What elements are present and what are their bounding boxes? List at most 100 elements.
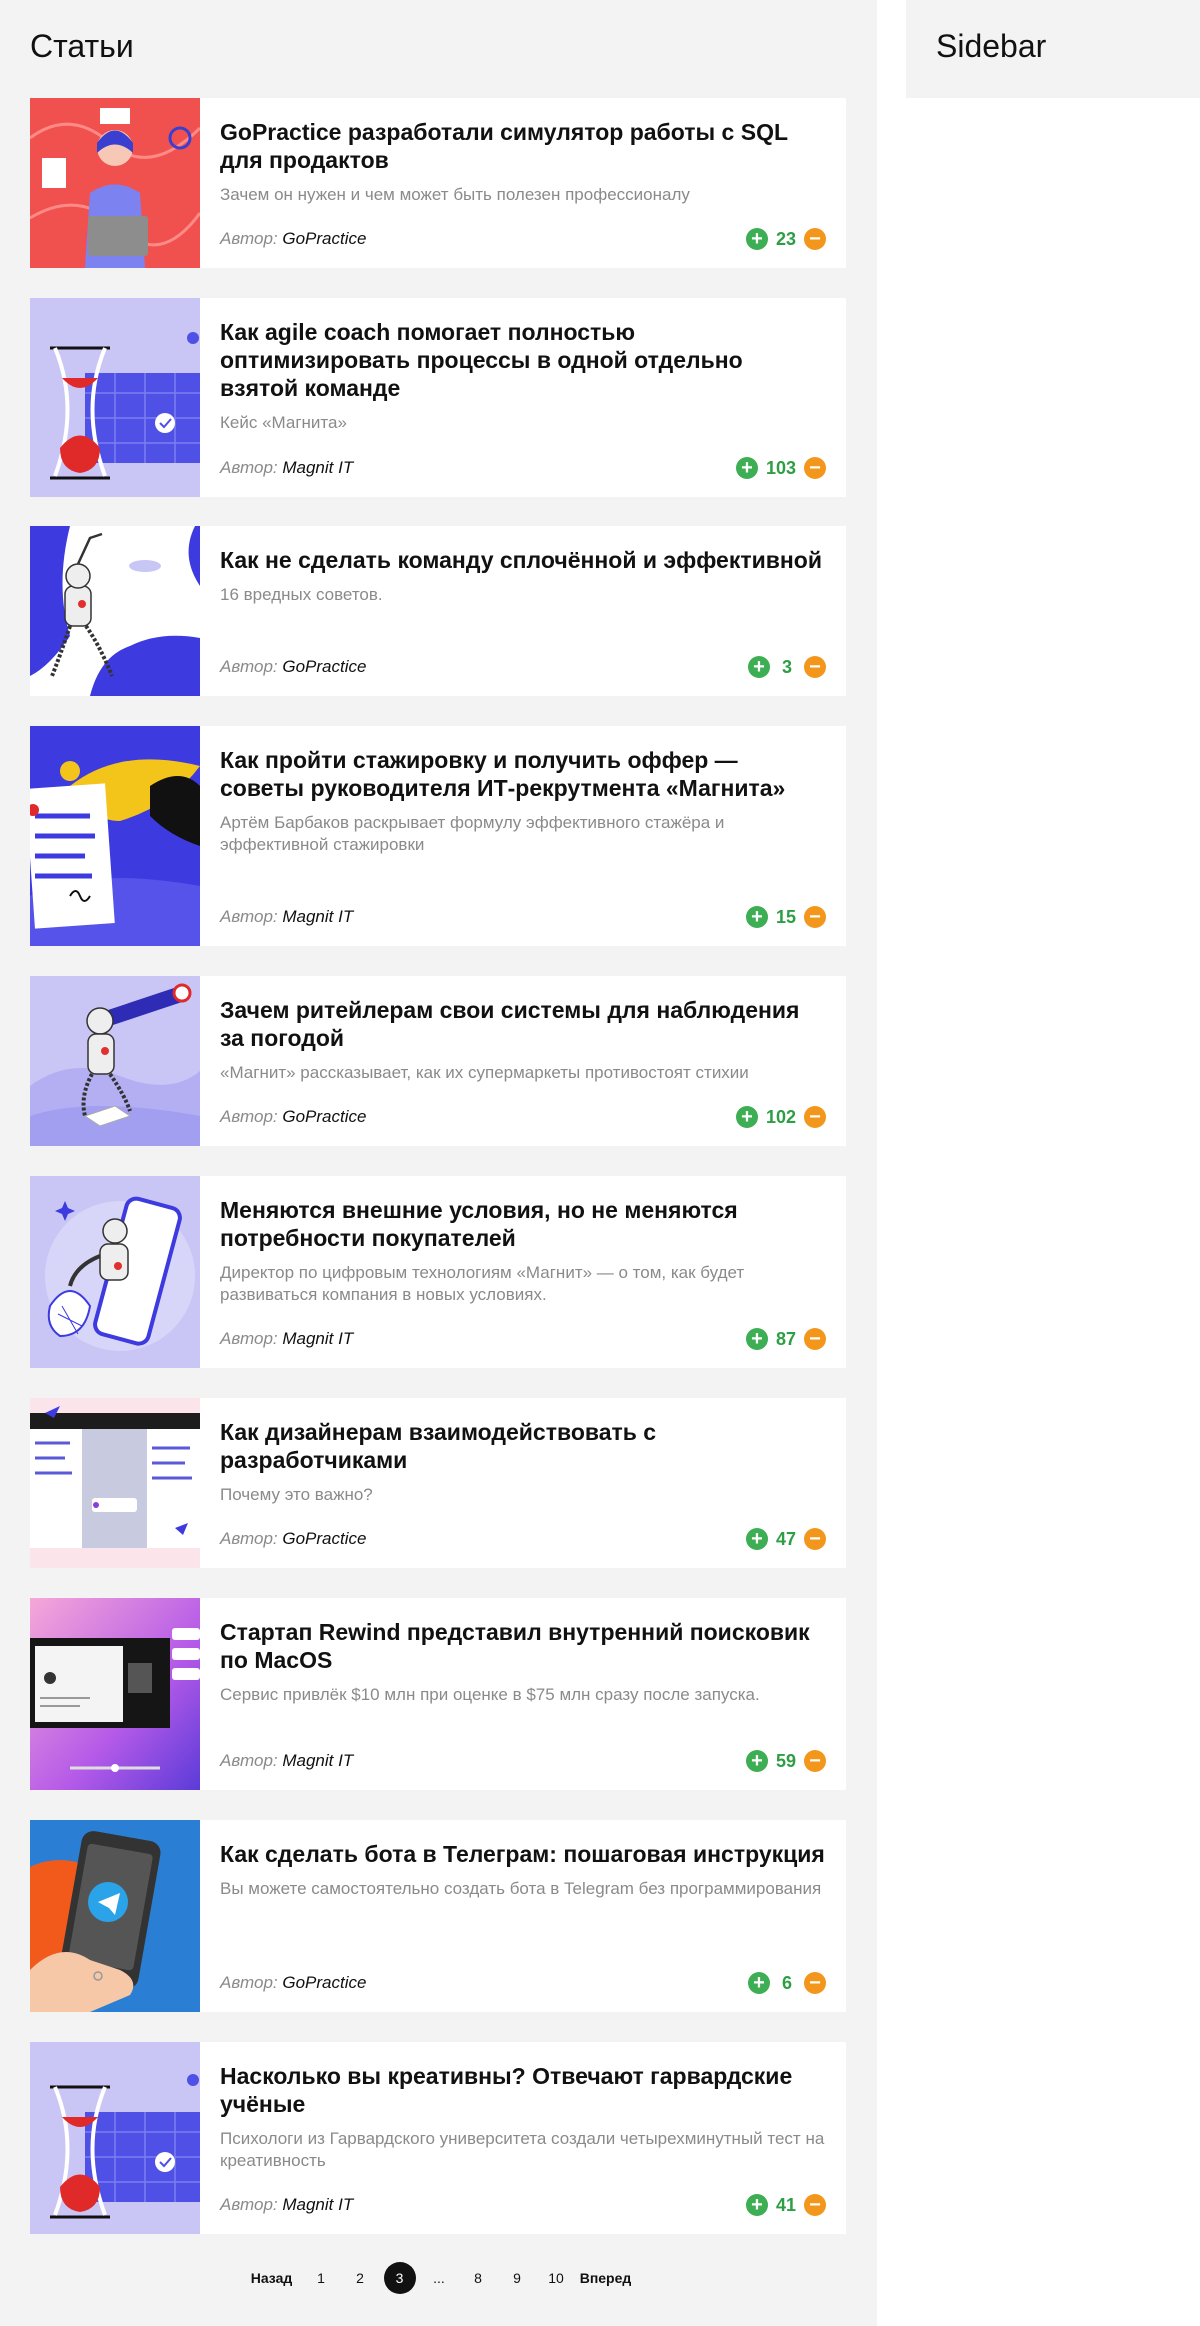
main-column: Статьи GoPractice разработали симулятор … bbox=[0, 0, 877, 2326]
rewind-app-screenshot bbox=[30, 1598, 200, 1790]
downvote-icon[interactable]: − bbox=[804, 1750, 826, 1772]
article-rating: + 87 − bbox=[745, 1328, 826, 1350]
article-rating: + 41 − bbox=[745, 2194, 826, 2216]
article-description: Зачем он нужен и чем может быть полезен … bbox=[220, 185, 690, 204]
article-description: «Магнит» рассказывает, как их супермарке… bbox=[220, 1063, 749, 1082]
author-name[interactable]: Magnit IT bbox=[282, 1751, 353, 1770]
upvote-icon[interactable]: + bbox=[735, 1106, 758, 1128]
article-title[interactable]: Как пройти стажировку и получить оффер —… bbox=[220, 746, 826, 802]
article-rating: + 47 − bbox=[745, 1528, 826, 1550]
author-label: Автор: bbox=[220, 458, 278, 477]
article-title[interactable]: Как дизайнерам взаимодействовать с разра… bbox=[220, 1418, 826, 1474]
downvote-icon[interactable]: − bbox=[804, 1328, 826, 1350]
downvote-icon[interactable]: − bbox=[804, 656, 826, 678]
article-score: 47 bbox=[775, 1528, 796, 1549]
article-card[interactable]: GoPractice разработали симулятор работы … bbox=[30, 98, 846, 268]
upvote-icon[interactable]: + bbox=[745, 1750, 768, 1772]
article-card[interactable]: Как agile coach помогает полностью оптим… bbox=[30, 298, 846, 497]
upvote-icon[interactable]: + bbox=[745, 1528, 768, 1550]
article-rating: + 3 − bbox=[748, 656, 826, 678]
pagination: Назад 1 2 3 ... 8 9 10 Вперед bbox=[0, 2262, 877, 2294]
author-name[interactable]: GoPractice bbox=[282, 1529, 366, 1548]
author-label: Автор: bbox=[220, 1329, 278, 1348]
article-thumbnail[interactable] bbox=[30, 726, 200, 946]
article-title[interactable]: GoPractice разработали симулятор работы … bbox=[220, 118, 826, 174]
article-thumbnail[interactable] bbox=[30, 1598, 200, 1790]
pagination-page[interactable]: 9 bbox=[498, 2262, 537, 2294]
article-card[interactable]: Как не сделать команду сплочённой и эффе… bbox=[30, 526, 846, 696]
article-score: 15 bbox=[775, 906, 796, 927]
article-card[interactable]: Зачем ритейлерам свои системы для наблюд… bbox=[30, 976, 846, 1146]
article-thumbnail[interactable] bbox=[30, 1398, 200, 1568]
downvote-icon[interactable]: − bbox=[804, 1528, 826, 1550]
article-author: Автор: Magnit IT bbox=[220, 2195, 353, 2215]
author-label: Автор: bbox=[220, 657, 278, 676]
article-card[interactable]: Меняются внешние условия, но не меняются… bbox=[30, 1176, 846, 1368]
article-title[interactable]: Стартап Rewind представил внутренний пои… bbox=[220, 1618, 826, 1674]
article-card[interactable]: Стартап Rewind представил внутренний пои… bbox=[30, 1598, 846, 1790]
article-title[interactable]: Зачем ритейлерам свои системы для наблюд… bbox=[220, 996, 826, 1052]
upvote-icon[interactable]: + bbox=[745, 228, 768, 250]
downvote-icon[interactable]: − bbox=[804, 906, 826, 928]
bird-document-illustration bbox=[30, 726, 200, 946]
author-name[interactable]: Magnit IT bbox=[282, 458, 353, 477]
upvote-icon[interactable]: + bbox=[748, 1972, 770, 1994]
article-thumbnail[interactable] bbox=[30, 2042, 200, 2234]
downvote-icon[interactable]: − bbox=[804, 2194, 826, 2216]
article-card[interactable]: Насколько вы креативны? Отвечают гарвард… bbox=[30, 2042, 846, 2234]
downvote-icon[interactable]: − bbox=[804, 457, 826, 479]
article-title[interactable]: Насколько вы креативны? Отвечают гарвард… bbox=[220, 2062, 826, 2118]
pagination-current-page[interactable]: 3 bbox=[383, 2262, 416, 2294]
author-label: Автор: bbox=[220, 2195, 278, 2214]
article-title[interactable]: Меняются внешние условия, но не меняются… bbox=[220, 1196, 826, 1252]
author-name[interactable]: GoPractice bbox=[282, 1107, 366, 1126]
author-name[interactable]: GoPractice bbox=[282, 229, 366, 248]
pagination-page[interactable]: 1 bbox=[302, 2262, 341, 2294]
article-thumbnail[interactable] bbox=[30, 976, 200, 1146]
pagination-page[interactable]: 10 bbox=[537, 2262, 576, 2294]
downvote-icon[interactable]: − bbox=[804, 228, 826, 250]
author-name[interactable]: GoPractice bbox=[282, 657, 366, 676]
article-title[interactable]: Как agile coach помогает полностью оптим… bbox=[220, 318, 826, 402]
pagination-page[interactable]: 2 bbox=[341, 2262, 380, 2294]
article-score: 87 bbox=[775, 1328, 796, 1349]
pagination-page[interactable]: 8 bbox=[459, 2262, 498, 2294]
author-name[interactable]: Magnit IT bbox=[282, 1329, 353, 1348]
article-description: Сервис привлёк $10 млн при оценке в $75 … bbox=[220, 1685, 760, 1704]
article-card[interactable]: Как сделать бота в Телеграм: пошаговая и… bbox=[30, 1820, 846, 2012]
downvote-icon[interactable]: − bbox=[804, 1972, 826, 1994]
article-title[interactable]: Как не сделать команду сплочённой и эффе… bbox=[220, 546, 826, 574]
article-description: Почему это важно? bbox=[220, 1485, 373, 1504]
upvote-icon[interactable]: + bbox=[735, 457, 758, 479]
downvote-icon[interactable]: − bbox=[804, 1106, 826, 1128]
article-thumbnail[interactable] bbox=[30, 298, 200, 497]
article-thumbnail[interactable] bbox=[30, 1176, 200, 1368]
robot-illustration bbox=[30, 526, 200, 696]
article-rating: + 102 − bbox=[735, 1106, 826, 1128]
upvote-icon[interactable]: + bbox=[745, 1328, 768, 1350]
article-card[interactable]: Как дизайнерам взаимодействовать с разра… bbox=[30, 1398, 846, 1568]
article-thumbnail[interactable] bbox=[30, 1820, 200, 2012]
article-description: Директор по цифровым технологиям «Магнит… bbox=[220, 1263, 745, 1304]
article-card[interactable]: Как пройти стажировку и получить оффер —… bbox=[30, 726, 846, 946]
sidebar: Sidebar bbox=[906, 0, 1200, 98]
article-meta: Автор: Magnit IT + 15 − bbox=[220, 906, 826, 928]
article-author: Автор: Magnit IT bbox=[220, 907, 353, 927]
author-name[interactable]: GoPractice bbox=[282, 1973, 366, 1992]
article-description: Вы можете самостоятельно создать бота в … bbox=[220, 1879, 822, 1898]
author-name[interactable]: Magnit IT bbox=[282, 907, 353, 926]
upvote-icon[interactable]: + bbox=[745, 906, 768, 928]
article-score: 103 bbox=[765, 457, 796, 478]
article-author: Автор: GoPractice bbox=[220, 229, 366, 249]
article-thumbnail[interactable] bbox=[30, 526, 200, 696]
pagination-next[interactable]: Вперед bbox=[576, 2262, 636, 2294]
upvote-icon[interactable]: + bbox=[745, 2194, 768, 2216]
article-thumbnail[interactable] bbox=[30, 98, 200, 268]
article-author: Автор: GoPractice bbox=[220, 1107, 366, 1127]
upvote-icon[interactable]: + bbox=[748, 656, 770, 678]
author-label: Автор: bbox=[220, 229, 278, 248]
article-rating: + 59 − bbox=[745, 1750, 826, 1772]
pagination-prev[interactable]: Назад bbox=[242, 2262, 302, 2294]
article-title[interactable]: Как сделать бота в Телеграм: пошаговая и… bbox=[220, 1840, 826, 1868]
author-name[interactable]: Magnit IT bbox=[282, 2195, 353, 2214]
